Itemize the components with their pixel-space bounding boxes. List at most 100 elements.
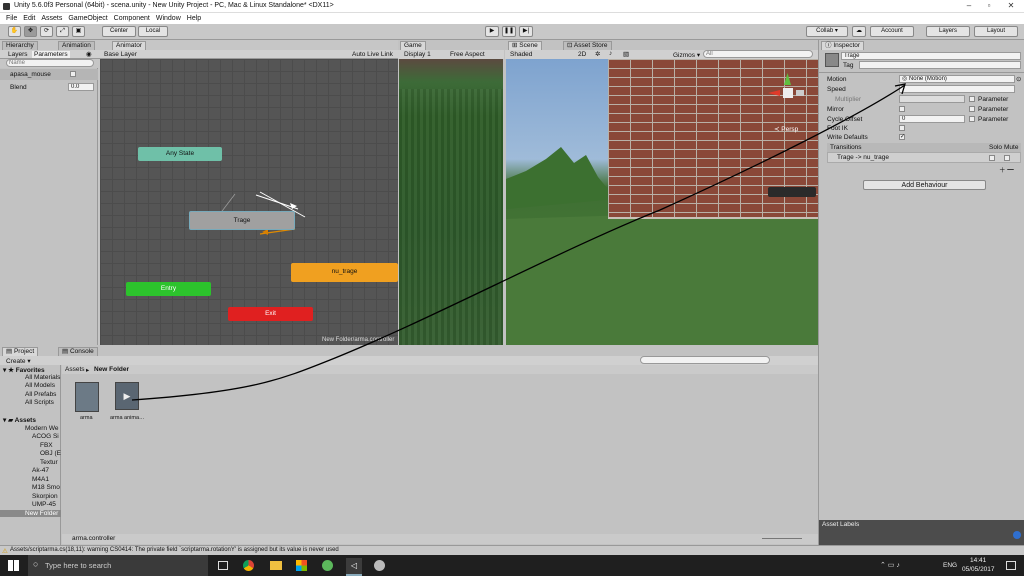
store-icon[interactable] xyxy=(296,560,307,571)
mode-2d-toggle[interactable]: 2D xyxy=(578,51,586,58)
notifications-icon[interactable] xyxy=(1006,561,1016,570)
blend-value-field[interactable]: 0.0 xyxy=(68,83,94,91)
tab-game[interactable]: Game xyxy=(400,41,426,50)
file-explorer-icon[interactable] xyxy=(270,561,282,570)
any-state-node[interactable]: Any State xyxy=(138,147,222,161)
tab-inspector[interactable]: ⓘ Inspector xyxy=(821,41,865,50)
cycle-parameter-checkbox[interactable] xyxy=(969,116,975,122)
input-language[interactable]: ENG xyxy=(943,562,957,569)
shading-dropdown[interactable]: Shaded xyxy=(510,51,532,58)
folder-item[interactable]: UMP-45 xyxy=(32,501,56,508)
icon-size-slider[interactable] xyxy=(762,538,802,539)
unity-taskbar-icon[interactable]: ◁ xyxy=(346,558,362,576)
rotate-tool-icon[interactable]: ⟳ xyxy=(40,26,53,37)
object-picker-icon[interactable]: ⊙ xyxy=(1016,75,1021,83)
move-tool-icon[interactable]: ✥ xyxy=(24,26,37,37)
folder-item[interactable]: Ak-47 xyxy=(32,467,49,474)
layout-button[interactable]: Layout xyxy=(974,26,1018,37)
light-icon[interactable]: ✲ xyxy=(595,50,600,58)
favorite-item[interactable]: All Models xyxy=(25,382,55,389)
layers-tab[interactable]: Layers xyxy=(8,51,28,58)
trage-state-node[interactable]: Trage xyxy=(189,211,295,230)
step-button[interactable]: ▶| xyxy=(519,26,533,37)
label-tag-icon[interactable] xyxy=(1013,531,1021,539)
aspect-dropdown[interactable]: Free Aspect xyxy=(450,51,485,58)
effects-icon[interactable]: ▧ xyxy=(623,50,629,58)
folder-item[interactable]: OBJ (E xyxy=(40,450,61,457)
chrome-icon[interactable] xyxy=(243,560,254,571)
folder-item[interactable]: Textur xyxy=(40,459,58,466)
audio-icon[interactable]: ♪ xyxy=(609,50,612,57)
pause-button[interactable]: ❚❚ xyxy=(502,26,516,37)
favorite-item[interactable]: All Materials xyxy=(25,374,60,381)
tag-field[interactable] xyxy=(859,61,1021,69)
maximize-icon[interactable]: ▫ xyxy=(982,1,996,11)
auto-live-link-button[interactable]: Auto Live Link xyxy=(352,51,393,58)
transition-list-item[interactable]: Trage -> nu_trage xyxy=(827,152,1021,163)
folder-item[interactable]: M18 Smo xyxy=(32,484,60,491)
clock-time[interactable]: 14:41 xyxy=(970,557,986,564)
pivot-center-button[interactable]: Center xyxy=(102,26,136,37)
tray-icons[interactable]: ⌃ ▭ ♪ xyxy=(880,561,900,569)
foot-ik-checkbox[interactable] xyxy=(899,125,905,131)
menu-assets[interactable]: Assets xyxy=(41,13,62,24)
account-button[interactable]: Account xyxy=(870,26,914,37)
folder-item-selected[interactable]: New Folder xyxy=(0,510,61,517)
game-view[interactable] xyxy=(399,59,503,345)
menu-component[interactable]: Component xyxy=(114,13,150,24)
collab-button[interactable]: Collab ▾ xyxy=(806,26,848,37)
scene-gizmo[interactable] xyxy=(768,73,808,113)
tab-project[interactable]: ▤ Project xyxy=(2,347,39,356)
entry-node[interactable]: Entry xyxy=(126,282,211,296)
taskbar-search-box[interactable]: ○ Type here to search xyxy=(28,555,208,576)
parameter-row[interactable]: Blend 0.0 xyxy=(0,82,98,93)
folder-item[interactable]: ACOG Si xyxy=(32,433,59,440)
solo-checkbox[interactable] xyxy=(989,155,995,161)
write-defaults-checkbox[interactable]: ✓ xyxy=(899,134,905,140)
tab-animation[interactable]: Animation xyxy=(58,41,95,50)
exit-node[interactable]: Exit xyxy=(228,307,313,321)
multiplier-dropdown[interactable] xyxy=(899,95,965,103)
windows-start-icon[interactable] xyxy=(8,560,19,571)
folder-item[interactable]: Skorpion xyxy=(32,493,58,500)
asset-item[interactable]: arma xyxy=(74,382,100,422)
minimize-icon[interactable]: – xyxy=(962,1,976,11)
scene-search-input[interactable]: All xyxy=(703,50,813,58)
cycle-offset-field[interactable]: 0 xyxy=(899,115,965,123)
menu-edit[interactable]: Edit xyxy=(23,13,35,24)
tab-hierarchy[interactable]: Hierarchy xyxy=(2,41,38,50)
eye-icon[interactable]: ◉ xyxy=(86,50,92,58)
asset-item[interactable]: ▶ arma anima… xyxy=(110,382,146,422)
folder-item[interactable]: M4A1 xyxy=(32,476,49,483)
tab-asset-store[interactable]: ⊡ Asset Store xyxy=(563,41,612,50)
play-button[interactable]: ▶ xyxy=(485,26,499,37)
create-dropdown[interactable]: Create ▾ xyxy=(6,357,31,365)
rect-tool-icon[interactable]: ▣ xyxy=(72,26,85,37)
menu-help[interactable]: Help xyxy=(187,13,201,24)
clock-date[interactable]: 05/05/2017 xyxy=(962,566,995,573)
app-taskbar-icon[interactable] xyxy=(374,560,385,571)
speed-field[interactable] xyxy=(899,85,1015,93)
favorite-item[interactable]: All Prefabs xyxy=(25,391,56,398)
multiplier-parameter-checkbox[interactable] xyxy=(969,96,975,102)
menu-gameobject[interactable]: GameObject xyxy=(68,13,107,24)
mute-checkbox[interactable] xyxy=(1004,155,1010,161)
project-search-input[interactable] xyxy=(640,356,770,364)
hand-tool-icon[interactable]: ✋ xyxy=(8,26,21,37)
scale-tool-icon[interactable]: ⤢ xyxy=(56,26,69,37)
parameters-tab[interactable]: Parameters xyxy=(32,51,70,58)
utorrent-icon[interactable] xyxy=(322,560,333,571)
parameter-bool-checkbox[interactable] xyxy=(70,71,76,77)
folder-item[interactable]: Modern We xyxy=(25,425,58,432)
motion-field[interactable]: ◎ None (Motion) xyxy=(899,75,1015,83)
folder-item[interactable]: FBX xyxy=(40,442,53,449)
pivot-local-button[interactable]: Local xyxy=(138,26,168,37)
menu-window[interactable]: Window xyxy=(156,13,181,24)
base-layer-breadcrumb[interactable]: Base Layer xyxy=(104,51,137,58)
status-bar[interactable]: ⚠ Assets/scriptarma.cs(18,11): warning C… xyxy=(0,545,1024,555)
tab-scene[interactable]: ⊞ Scene xyxy=(508,41,542,50)
nu-trage-state-node[interactable]: nu_trage xyxy=(291,263,398,282)
tab-console[interactable]: ▤ Console xyxy=(58,347,98,356)
parameter-search-input[interactable]: Name xyxy=(6,59,94,67)
add-behaviour-button[interactable]: Add Behaviour xyxy=(863,180,986,190)
